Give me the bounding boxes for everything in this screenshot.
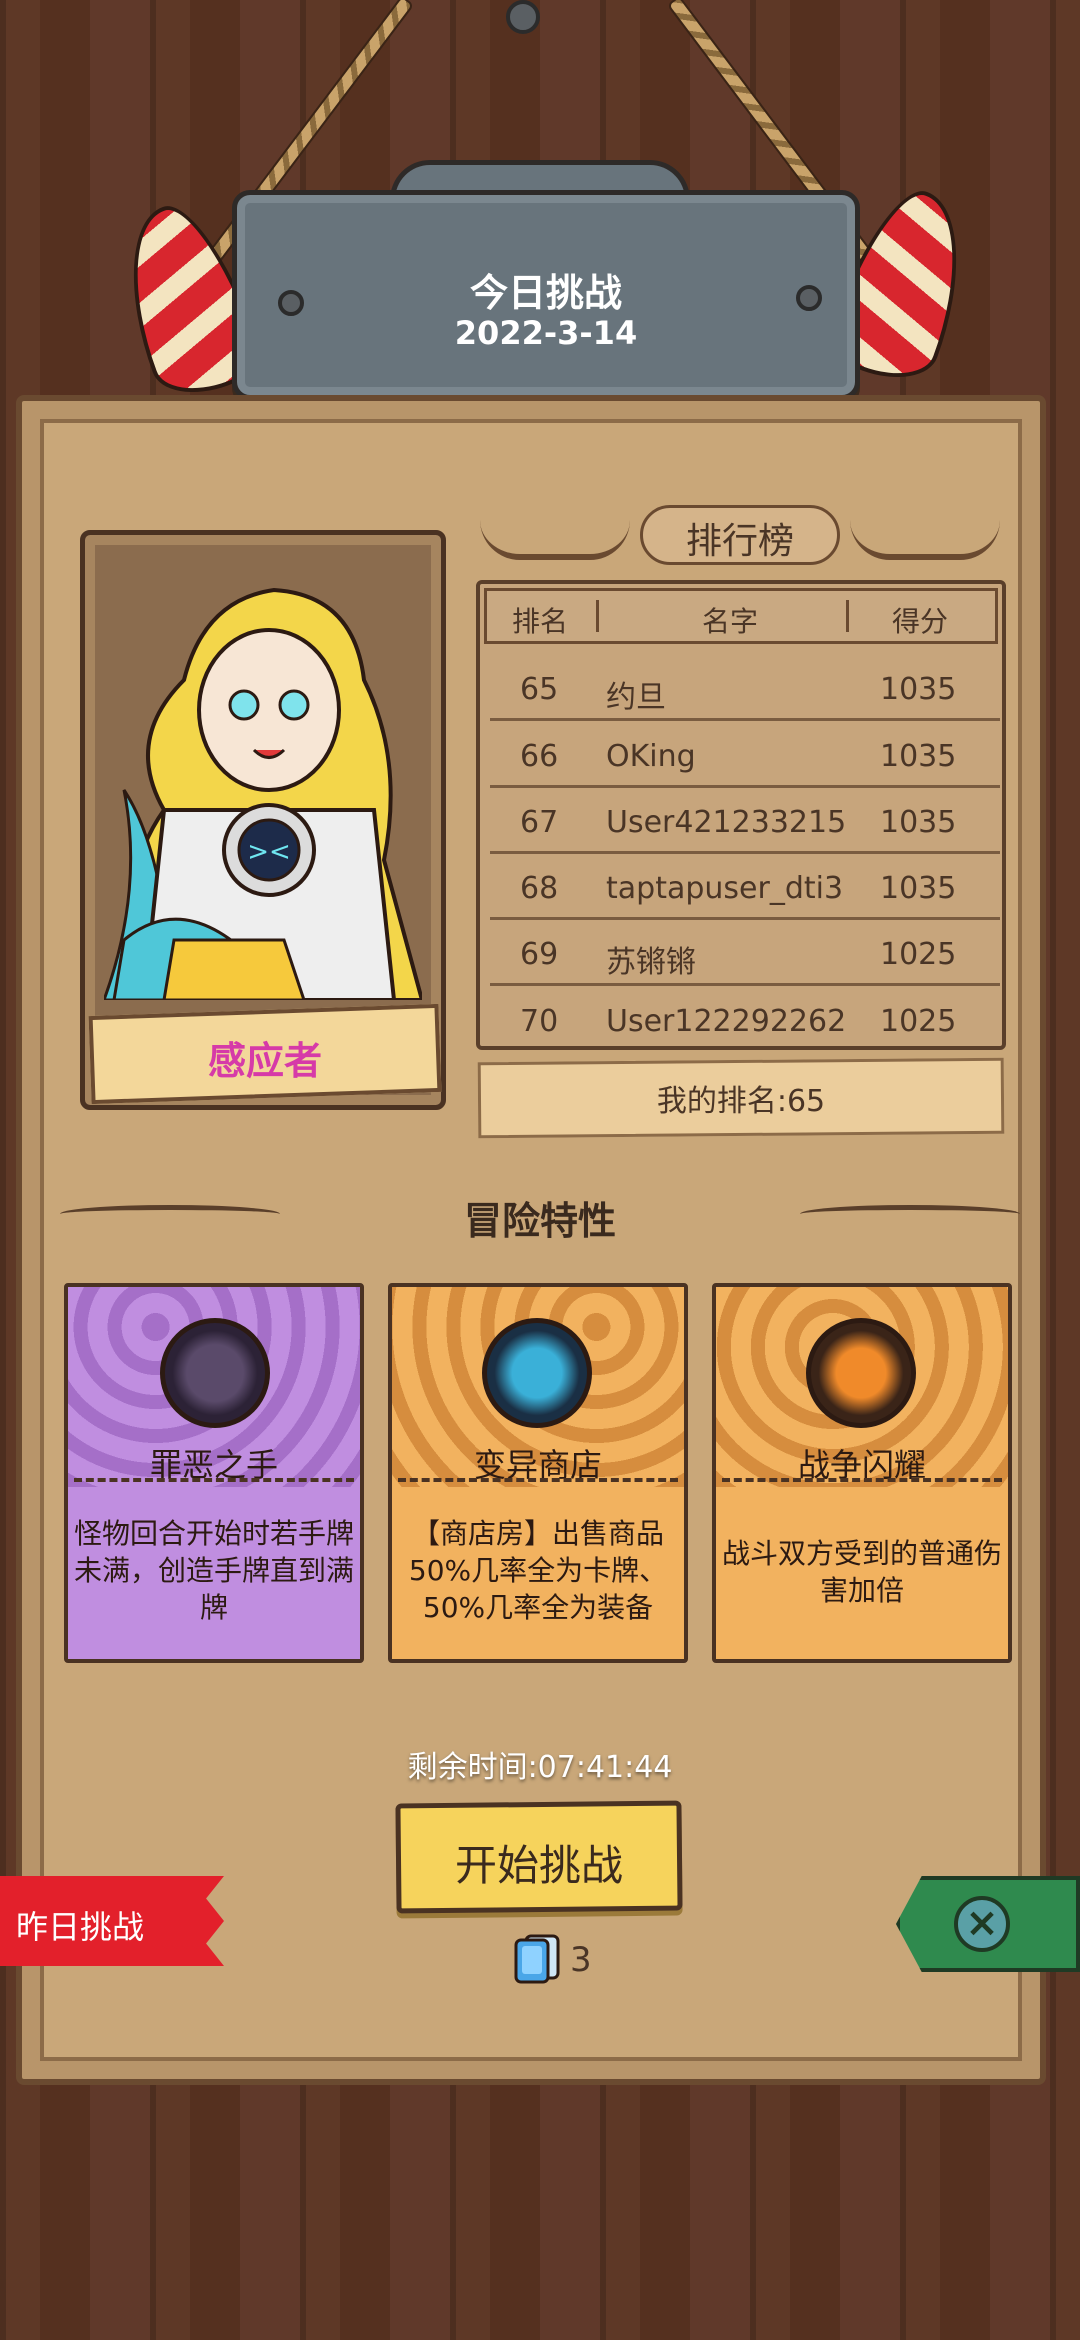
row-score: 1035 — [880, 672, 957, 707]
page-title: 今日挑战 — [469, 271, 622, 315]
ticket-icon — [512, 1932, 562, 1986]
row-name: User421233215 — [606, 805, 847, 840]
row-divider — [490, 917, 1000, 920]
leaderboard-title: 排行榜 — [685, 521, 794, 562]
remaining-time: 剩余时间:07:41:44 — [407, 1750, 673, 1785]
row-rank: 65 — [520, 672, 559, 707]
row-rank: 66 — [520, 739, 559, 774]
row-score: 1035 — [880, 871, 957, 906]
row-divider — [490, 983, 1000, 986]
trait-description: 怪物回合开始时若手牌未满，创造手牌直到满牌 — [74, 1517, 355, 1624]
column-name-header: 名字 — [701, 605, 758, 638]
row-rank: 69 — [520, 937, 559, 972]
row-rank: 67 — [520, 805, 559, 840]
close-icon[interactable]: × — [954, 1896, 1010, 1952]
svg-text:><: >< — [247, 837, 291, 867]
my-rank-label: 我的排名:65 — [656, 1084, 826, 1119]
row-rank: 70 — [520, 1004, 559, 1039]
header-divider — [846, 600, 849, 632]
column-score-header: 得分 — [891, 605, 948, 638]
row-divider — [490, 785, 1000, 788]
top-nail-icon — [506, 0, 540, 34]
start-challenge-label: 开始挑战 — [454, 1841, 623, 1890]
row-name: 约旦 — [606, 680, 666, 715]
war-flag-icon — [806, 1318, 916, 1428]
row-name: OKing — [606, 739, 696, 774]
row-name: taptapuser_dti3 — [606, 871, 844, 906]
challenge-date: 2022-3-14 — [454, 314, 638, 352]
row-score: 1035 — [880, 739, 957, 774]
row-score: 1035 — [880, 805, 957, 840]
ticket-count: 3 — [570, 1940, 592, 1980]
row-divider — [490, 851, 1000, 854]
row-score: 1025 — [880, 937, 957, 972]
leaderboard-ornament-left — [480, 520, 630, 560]
column-rank-header: 排名 — [511, 605, 568, 638]
row-divider — [490, 718, 1000, 721]
row-name: 苏锵锵 — [606, 945, 696, 980]
mutant-shop-icon — [482, 1318, 592, 1428]
trait-description: 战斗双方受到的普通伤害加倍 — [722, 1537, 1003, 1607]
leaderboard-ornament-right — [850, 520, 1000, 560]
row-name: User122292262 — [606, 1004, 847, 1039]
header-divider — [596, 600, 599, 632]
character-name: 感应者 — [207, 1039, 322, 1083]
row-score: 1025 — [880, 1004, 957, 1039]
row-rank: 68 — [520, 871, 559, 906]
trait-description: 【商店房】出售商品50%几率全为卡牌、50%几率全为装备 — [408, 1517, 668, 1624]
skull-hand-icon — [160, 1318, 270, 1428]
yesterday-challenge-label: 昨日挑战 — [16, 1908, 145, 1946]
character-portrait: >< — [104, 560, 422, 1000]
traits-title: 冒险特性 — [463, 1199, 616, 1243]
